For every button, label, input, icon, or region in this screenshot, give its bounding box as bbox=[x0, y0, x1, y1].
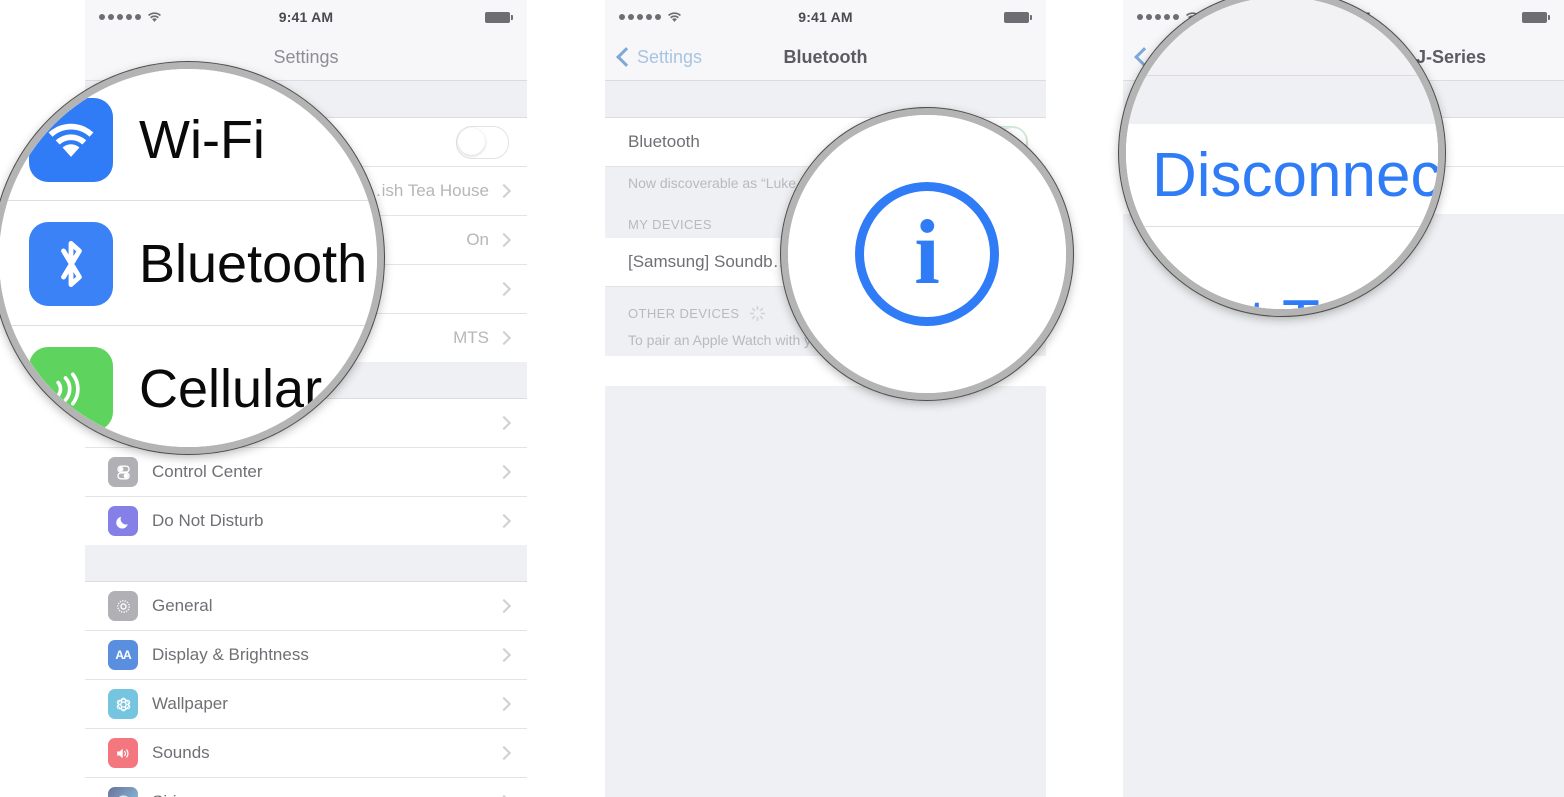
display-icon: AA bbox=[108, 640, 138, 670]
magnifier-item-label: Bluetooth bbox=[139, 233, 368, 294]
speaker-icon bbox=[108, 738, 138, 768]
settings-row-value: On bbox=[466, 230, 489, 249]
settings-row-label: Do Not Disturb bbox=[152, 511, 264, 530]
chevron-right-icon bbox=[496, 183, 512, 199]
magnifier-info-button: i bbox=[781, 108, 1073, 400]
settings-row-general[interactable]: General bbox=[85, 582, 527, 631]
chevron-right-icon bbox=[496, 598, 512, 614]
wifi-icon bbox=[29, 97, 113, 182]
status-bar: 9:41 AM bbox=[85, 0, 527, 34]
settings-row-do-not-disturb[interactable]: Do Not Disturb bbox=[85, 497, 527, 545]
bluetooth-navbar: Settings Bluetooth bbox=[605, 34, 1046, 81]
settings-row-sounds[interactable]: Sounds bbox=[85, 729, 527, 778]
magnifier-settings: Wi-Fi Bluetooth Cellular bbox=[0, 62, 384, 454]
cellular-icon bbox=[29, 347, 113, 431]
settings-row-label: General bbox=[152, 596, 213, 615]
magnifier-item-label: Cellular bbox=[139, 359, 323, 419]
page-title: Bluetooth bbox=[783, 46, 868, 67]
chevron-right-icon bbox=[496, 696, 512, 712]
group-spacer bbox=[85, 545, 527, 582]
airplane-mode-toggle[interactable] bbox=[456, 125, 509, 159]
status-bar-time: 9:41 AM bbox=[278, 9, 334, 25]
chevron-right-icon bbox=[496, 232, 512, 248]
settings-row-label: Control Center bbox=[152, 462, 263, 481]
battery-icon bbox=[1522, 11, 1550, 23]
chevron-right-icon bbox=[496, 745, 512, 761]
settings-row-label: Sounds bbox=[152, 743, 210, 762]
bluetooth-icon bbox=[29, 221, 113, 306]
three-panel-screenshot: 9:41 AM Settings Airplane ModeWi-Fi…ish … bbox=[0, 0, 1564, 797]
magnifier-disconnect: Disconnect …et T… bbox=[1119, 0, 1445, 316]
other-devices-header: OTHER DEVICES bbox=[628, 306, 740, 321]
gear-icon bbox=[108, 591, 138, 621]
wallpaper-icon bbox=[108, 689, 138, 719]
chevron-right-icon bbox=[496, 513, 512, 529]
lens-gap-slice bbox=[1126, 76, 1438, 124]
disconnect-label: Disconnect bbox=[1152, 140, 1445, 210]
status-bar-time: 9:41 AM bbox=[798, 9, 853, 25]
siri-icon bbox=[108, 787, 138, 797]
settings-row-label: Wallpaper bbox=[152, 694, 228, 713]
settings-row-value: …ish Tea House bbox=[364, 181, 489, 200]
settings-row-display-brightness[interactable]: AA Display & Brightness bbox=[85, 631, 527, 680]
settings-row-label: Siri bbox=[152, 792, 499, 797]
lens-disconnect-row[interactable]: Disconnect bbox=[1126, 124, 1438, 227]
loading-spinner-icon bbox=[750, 305, 766, 322]
settings-row-siri[interactable]: Siri bbox=[85, 778, 527, 797]
chevron-right-icon bbox=[496, 281, 512, 297]
moon-icon bbox=[108, 506, 138, 536]
control-center-icon bbox=[108, 457, 138, 487]
battery-icon bbox=[485, 11, 513, 23]
empty-area bbox=[605, 386, 1046, 797]
settings-row-label: Display & Brightness bbox=[152, 645, 309, 664]
lens-navbar-slice bbox=[1126, 0, 1438, 76]
info-circle-icon[interactable]: i bbox=[855, 182, 999, 326]
battery-icon bbox=[1004, 11, 1032, 23]
chevron-right-icon bbox=[496, 330, 512, 346]
settings-row-control-center[interactable]: Control Center bbox=[85, 448, 527, 497]
lens-row-gap bbox=[1126, 227, 1438, 287]
settings-row-wallpaper[interactable]: Wallpaper bbox=[85, 680, 527, 729]
chevron-right-icon bbox=[496, 464, 512, 480]
settings-group-general: General AA Display & Brightness Wallpaper So… bbox=[85, 582, 527, 797]
top-spacer bbox=[605, 81, 1046, 118]
info-glyph: i bbox=[914, 201, 940, 303]
status-bar: 9:41 AM bbox=[605, 0, 1046, 34]
chevron-right-icon bbox=[496, 647, 512, 663]
chevron-right-icon bbox=[496, 415, 512, 431]
settings-row-value: MTS bbox=[453, 328, 489, 347]
magnifier-item-label: Wi-Fi bbox=[139, 109, 265, 170]
